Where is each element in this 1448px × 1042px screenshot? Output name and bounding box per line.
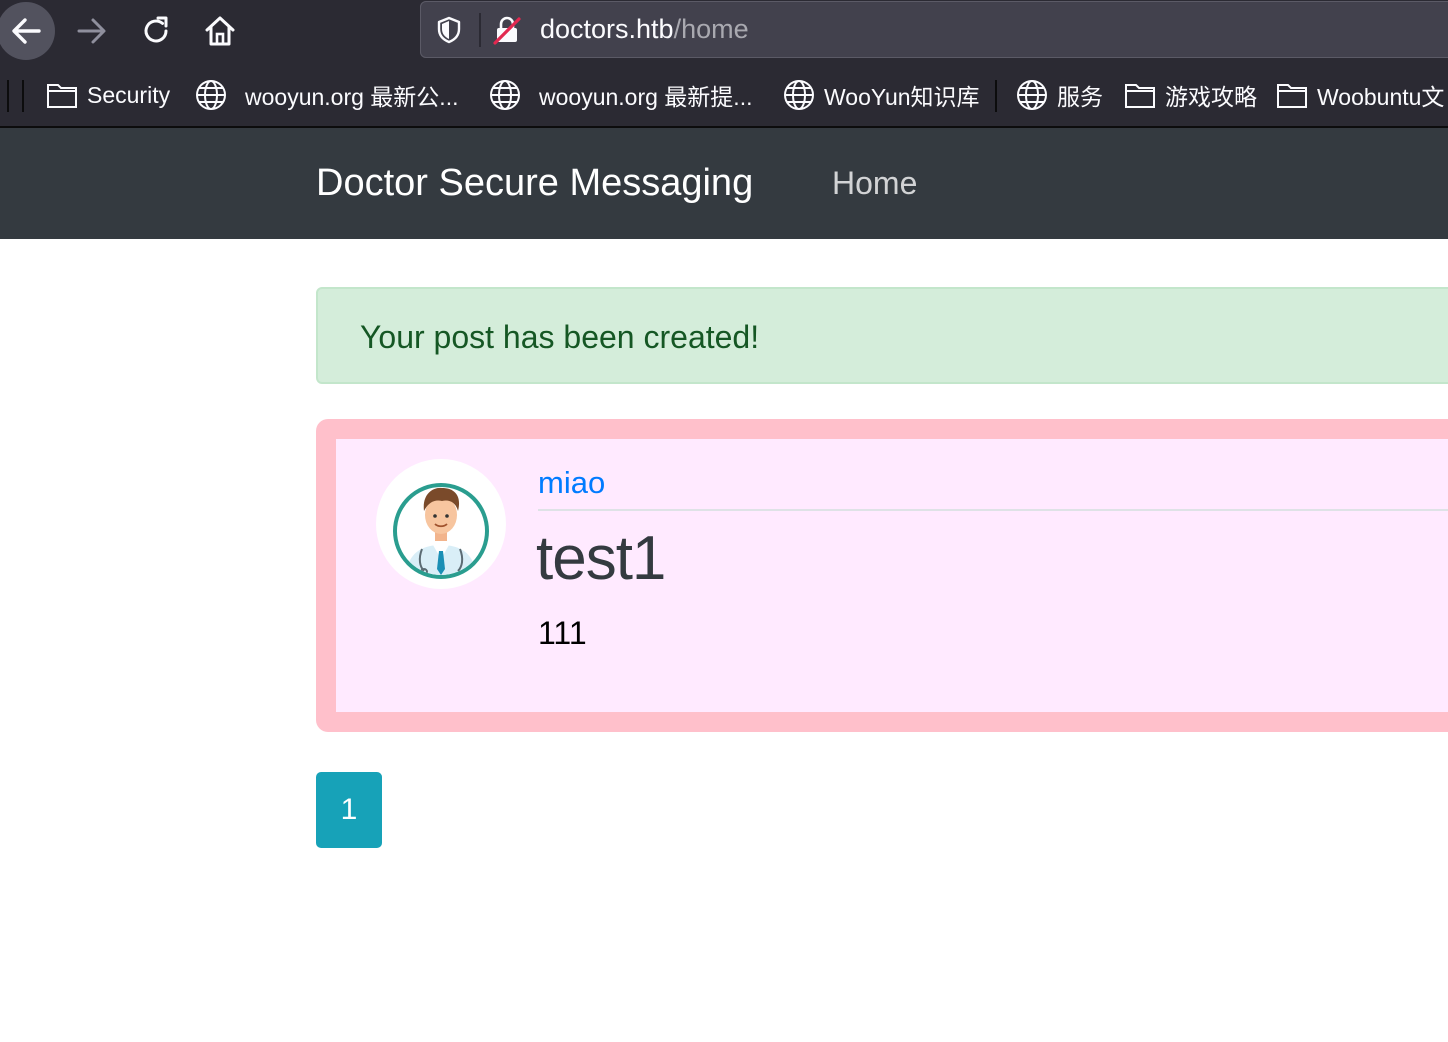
bookmark-security[interactable]: Security (46, 78, 170, 112)
post-divider (538, 509, 1448, 511)
globe-icon (490, 80, 520, 110)
nav-home-link[interactable]: Home (832, 165, 917, 202)
tracking-shield-icon (437, 16, 461, 44)
bookmark-wooyun-1[interactable]: wooyun.org 最新公... (195, 78, 458, 112)
bookmark-woobuntu[interactable]: Woobuntu文 (1276, 78, 1444, 112)
folder-icon (47, 84, 77, 108)
bookmark-fuwu[interactable]: 服务 (1016, 78, 1103, 112)
bookmark-label: 游戏攻略 (1165, 84, 1257, 110)
address-bar[interactable]: doctors.htb/home (420, 1, 1448, 58)
forward-button[interactable] (63, 2, 121, 60)
doctor-avatar-icon (393, 483, 489, 579)
browser-toolbar: doctors.htb/home (0, 0, 1448, 62)
bookmark-label: Woobuntu文 (1317, 84, 1445, 110)
reload-button[interactable] (127, 2, 185, 60)
bookmark-label: Security (87, 81, 171, 108)
insecure-lock-icon[interactable] (492, 15, 522, 45)
folder-icon (1277, 84, 1307, 108)
post-author-link[interactable]: miao (538, 465, 605, 501)
url-path: /home (673, 14, 749, 44)
success-alert: Your post has been created! (316, 287, 1448, 384)
url-text: doctors.htb/home (540, 14, 749, 45)
bookmarks-divider (7, 80, 9, 112)
bookmarks-bar: Security wooyun.org 最新公... wooyun.org 最新… (0, 62, 1448, 128)
globe-icon (1017, 80, 1047, 110)
folder-icon (1125, 84, 1155, 108)
arrow-left-icon (12, 18, 41, 44)
home-toolbar-button[interactable] (191, 2, 249, 60)
alert-message: Your post has been created! (360, 319, 760, 355)
bookmark-wooyun-zhishiku[interactable]: WooYun知识库 (783, 78, 980, 112)
site-brand[interactable]: Doctor Secure Messaging (316, 162, 753, 205)
bookmark-wooyun-2[interactable]: wooyun.org 最新提... (489, 78, 752, 112)
post-content: 111 (538, 615, 587, 651)
post-title[interactable]: test1 (536, 523, 666, 594)
address-bar-divider (479, 13, 481, 47)
site-navbar: Doctor Secure Messaging Home (0, 128, 1448, 239)
pagination-page-button[interactable]: 1 (316, 772, 382, 848)
arrow-right-icon (77, 18, 106, 44)
bookmarks-divider (995, 80, 997, 112)
avatar (376, 459, 506, 589)
bookmark-label: 服务 (1057, 84, 1103, 110)
bookmarks-divider (22, 80, 24, 112)
bookmark-label: WooYun知识库 (824, 84, 980, 110)
bookmark-label: wooyun.org 最新提... (539, 84, 753, 110)
back-button[interactable] (0, 2, 55, 60)
reload-icon (144, 16, 168, 43)
globe-icon (196, 80, 226, 110)
bookmark-label: wooyun.org 最新公... (245, 84, 459, 110)
url-domain: doctors.htb (540, 14, 674, 44)
bookmark-youxi-gonglue[interactable]: 游戏攻略 (1124, 78, 1257, 112)
post-card: miao test1 111 (316, 419, 1448, 732)
globe-icon (784, 80, 814, 110)
house-icon (205, 16, 235, 46)
